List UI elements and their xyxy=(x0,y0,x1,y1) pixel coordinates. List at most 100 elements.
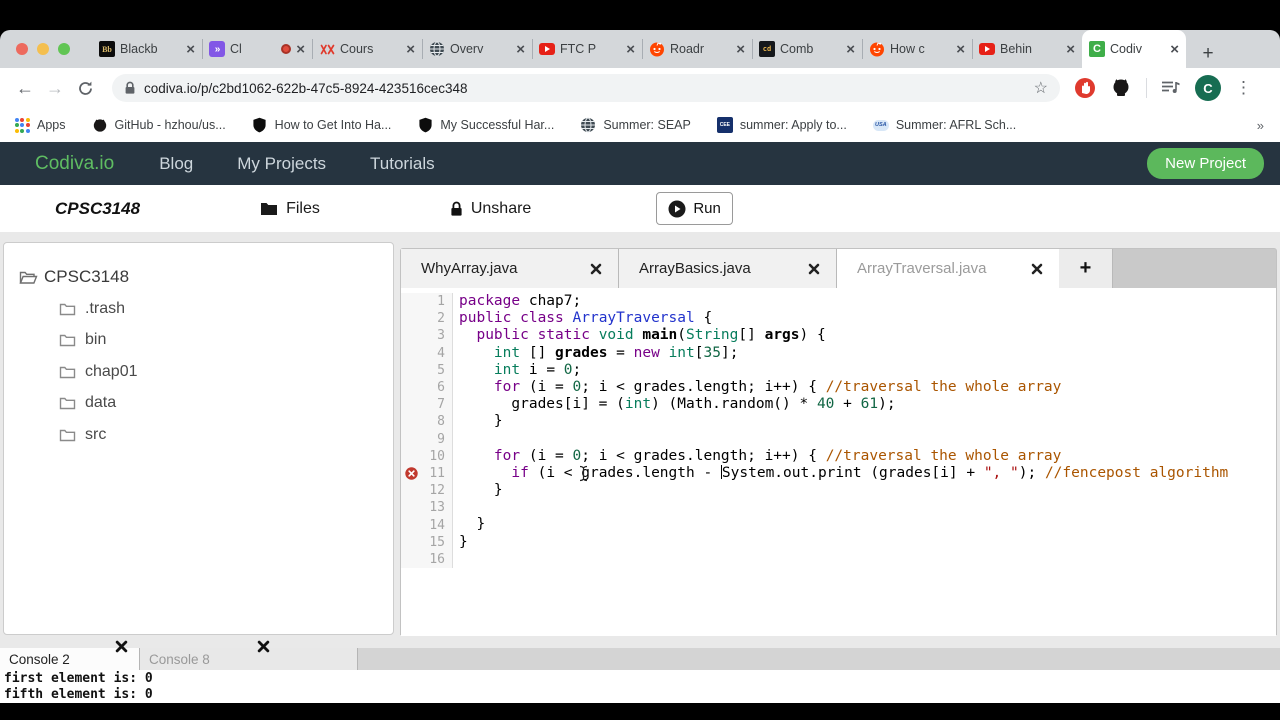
code-editor[interactable]: 1 package chap7; 2 public class ArrayTraver… xyxy=(401,288,1276,636)
reload-icon[interactable] xyxy=(70,80,100,97)
unshare-button[interactable]: Unshare xyxy=(450,200,531,218)
browser-tab-ftc-p[interactable]: FTC P × xyxy=(532,30,642,68)
files-button[interactable]: Files xyxy=(260,200,320,218)
nav-link-tutorials[interactable]: Tutorials xyxy=(370,154,435,174)
divider xyxy=(1146,78,1147,98)
editor-tab-whyarray-java[interactable]: WhyArray.java xyxy=(401,249,619,288)
close-icon[interactable] xyxy=(590,263,602,275)
tab-title: Overv xyxy=(450,42,484,56)
code-text: package chap7; xyxy=(459,293,582,309)
bookmarks-overflow-icon[interactable]: » xyxy=(1257,118,1264,133)
file-tree-folder-trash[interactable]: .trash xyxy=(4,293,393,325)
tab-close-icon[interactable]: × xyxy=(1066,42,1075,57)
browser-tab-how-c[interactable]: How c × xyxy=(862,30,972,68)
profile-avatar[interactable]: C xyxy=(1195,75,1221,101)
playlist-icon[interactable] xyxy=(1161,80,1181,96)
tab-close-icon[interactable]: × xyxy=(956,42,965,57)
file-tree-folder-bin[interactable]: bin xyxy=(4,325,393,357)
back-icon[interactable]: ← xyxy=(10,78,40,99)
code-line[interactable]: 2 public class ArrayTraversal { xyxy=(401,310,1276,328)
forward-icon[interactable]: → xyxy=(40,78,70,99)
code-line[interactable]: 6 for (i = 0; i < grades.length; i++) { … xyxy=(401,378,1276,397)
run-button[interactable]: Run xyxy=(656,192,733,225)
nav-links: Blog My Projects Tutorials xyxy=(159,154,434,174)
bookmark-github-hzhou-us-[interactable]: GitHub - hzhou/us... xyxy=(92,117,226,133)
browser-tab-behin[interactable]: Behin × xyxy=(972,30,1082,68)
browser-tab-comb[interactable]: cd Comb × xyxy=(752,30,862,68)
editor-tab-arraytraversal-java[interactable]: ArrayTraversal.java xyxy=(837,249,1059,288)
code-line[interactable]: 10 for (i = 0; i < grades.length; i++) {… xyxy=(401,447,1276,465)
tab-close-icon[interactable]: × xyxy=(846,42,855,57)
github-extension-icon[interactable] xyxy=(1110,77,1132,99)
tab-close-icon[interactable]: × xyxy=(736,42,745,57)
bookmark-summer-apply-to-[interactable]: CEE summer: Apply to... xyxy=(716,117,847,133)
bookmark-my-successful-har-[interactable]: My Successful Har... xyxy=(417,117,554,133)
code-line[interactable]: 16 xyxy=(401,550,1276,568)
file-tree-folder-chap01[interactable]: chap01 xyxy=(4,356,393,388)
folder-label: chap01 xyxy=(85,362,138,380)
bookmark-summer-seap[interactable]: Summer: SEAP xyxy=(580,117,691,133)
adblock-icon[interactable] xyxy=(1074,77,1096,99)
code-line[interactable]: 1 package chap7; xyxy=(401,293,1276,311)
code-line[interactable]: 7 grades[i] = (int) (Math.random() * 40 … xyxy=(401,396,1276,414)
close-icon[interactable] xyxy=(115,640,128,653)
bookmark-how-to-get-into-ha-[interactable]: How to Get Into Ha... xyxy=(252,117,391,133)
browser-tab-cours[interactable]: Cours × xyxy=(312,30,422,68)
tab-close-icon[interactable]: × xyxy=(626,42,635,57)
browser-tab-blackb[interactable]: Bb Blackb × xyxy=(92,30,202,68)
tab-close-icon[interactable]: × xyxy=(516,42,525,57)
editor-tab-arraybasics-java[interactable]: ArrayBasics.java xyxy=(619,249,837,288)
browser-tab-overv[interactable]: Overv × xyxy=(422,30,532,68)
github-icon xyxy=(92,117,108,133)
zoom-window-button[interactable] xyxy=(58,43,70,55)
close-icon[interactable] xyxy=(1031,263,1043,275)
file-tree-folder-src[interactable]: src xyxy=(4,419,393,451)
code-line[interactable]: 5 int i = 0; xyxy=(401,361,1276,379)
code-line[interactable]: 15} xyxy=(401,533,1276,551)
nav-link-blog[interactable]: Blog xyxy=(159,154,193,174)
tab-close-icon[interactable]: × xyxy=(406,42,415,57)
editor-new-file-button[interactable]: + xyxy=(1059,249,1113,288)
gutter: 14 xyxy=(401,516,453,534)
nav-link-my-projects[interactable]: My Projects xyxy=(237,154,326,174)
code-line[interactable]: 9 xyxy=(401,430,1276,448)
bookmark-label: GitHub - hzhou/us... xyxy=(114,118,226,132)
close-icon[interactable] xyxy=(808,263,820,275)
gutter: 1 xyxy=(401,293,453,311)
tab-close-icon[interactable]: × xyxy=(296,42,305,57)
bookmark-star-icon[interactable]: ☆ xyxy=(1034,78,1048,98)
tab-title: Roadr xyxy=(670,42,705,56)
new-tab-button[interactable]: + xyxy=(1194,40,1222,68)
bookmark-label: summer: Apply to... xyxy=(739,118,847,132)
brand-logo[interactable]: Codiva.io xyxy=(35,153,114,175)
reddit-icon xyxy=(869,41,885,57)
console-output-line: fifth element is: 0 xyxy=(4,687,153,702)
browser-tab-cl[interactable]: » Cl × xyxy=(202,30,312,68)
tab-close-icon[interactable]: × xyxy=(186,42,195,57)
code-line[interactable]: 12 } xyxy=(401,482,1276,500)
file-tree-folder-data[interactable]: data xyxy=(4,388,393,420)
console-tab-console-2[interactable]: Console 2 xyxy=(0,640,140,670)
browser-tab-codiv[interactable]: C Codiv × xyxy=(1082,30,1186,68)
code-line[interactable]: 3 public static void main(String[] args)… xyxy=(401,327,1276,345)
code-line[interactable]: 13 xyxy=(401,499,1276,517)
code-line[interactable]: 4 int [] grades = new int[35]; xyxy=(401,344,1276,362)
new-project-button[interactable]: New Project xyxy=(1147,148,1264,179)
code-line[interactable]: 8 } xyxy=(401,413,1276,431)
console-tab-console-8[interactable]: Console 8 xyxy=(140,640,358,670)
close-icon[interactable] xyxy=(257,640,270,653)
bookmark-label: Apps xyxy=(37,118,66,132)
tab-close-icon[interactable]: × xyxy=(1170,42,1179,57)
code-line[interactable]: 14 } xyxy=(401,516,1276,534)
bookmark-apps[interactable]: Apps xyxy=(14,117,66,133)
close-window-button[interactable] xyxy=(16,43,28,55)
line-number: 4 xyxy=(437,345,445,361)
file-tree-root[interactable]: CPSC3148 xyxy=(19,267,393,287)
bookmark-summer-afrl-sch-[interactable]: USA Summer: AFRL Sch... xyxy=(872,117,1017,133)
url-field[interactable]: codiva.io/p/c2bd1062-622b-47c5-8924-4235… xyxy=(112,74,1060,102)
code-line[interactable]: 11 if (i < grades.length - System.out.pr… xyxy=(401,464,1276,483)
bookmark-label: Summer: AFRL Sch... xyxy=(895,118,1017,132)
menu-kebab-icon[interactable]: ⋮ xyxy=(1235,78,1252,98)
browser-tab-roadr[interactable]: Roadr × xyxy=(642,30,752,68)
minimize-window-button[interactable] xyxy=(37,43,49,55)
